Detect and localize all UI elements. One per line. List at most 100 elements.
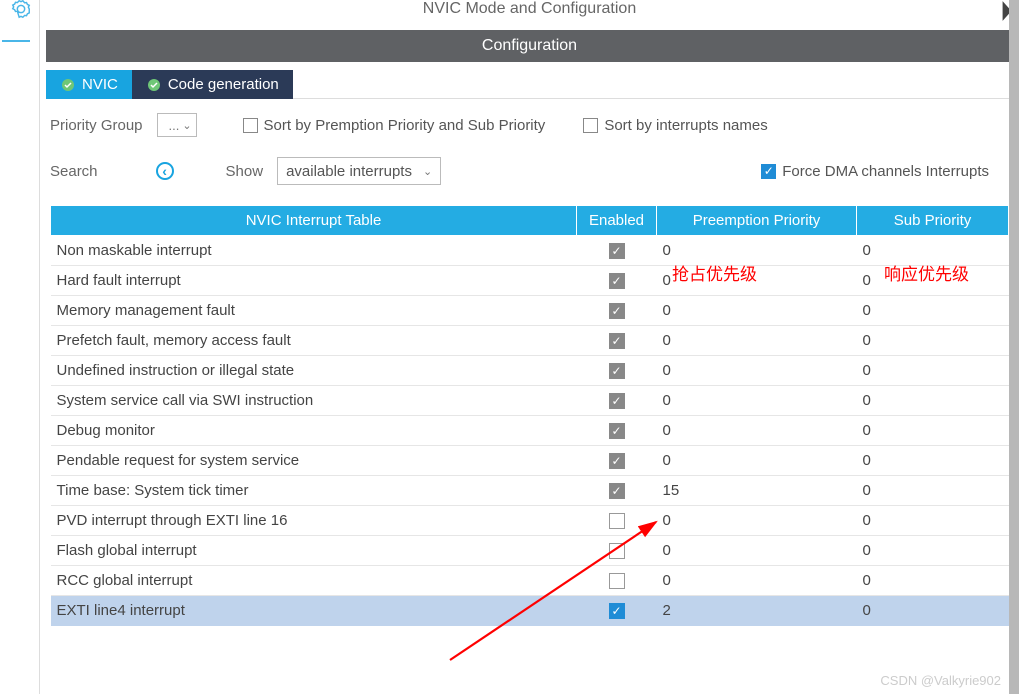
table-row[interactable]: Pendable request for system service00: [51, 446, 1009, 476]
sort-by-names-label: Sort by interrupts names: [604, 117, 767, 134]
nvic-interrupt-table: NVIC Interrupt Table Enabled Preemption …: [50, 205, 1009, 626]
configuration-banner: Configuration: [46, 30, 1013, 62]
table-row[interactable]: System service call via SWI instruction 0…: [51, 386, 1009, 416]
cell-enabled[interactable]: [577, 266, 657, 296]
table-row[interactable]: PVD interrupt through EXTI line 1600: [51, 506, 1009, 536]
table-row[interactable]: Flash global interrupt 00: [51, 536, 1009, 566]
force-dma-checkbox[interactable]: ✓ Force DMA channels Interrupts: [761, 163, 989, 180]
checkbox-box: ✓: [761, 164, 776, 179]
enabled-checkbox[interactable]: [609, 243, 625, 259]
cell-preemption[interactable]: 15: [657, 476, 857, 506]
cell-name: System service call via SWI instruction: [51, 386, 577, 416]
table-row[interactable]: Debug monitor00: [51, 416, 1009, 446]
cell-enabled[interactable]: [577, 536, 657, 566]
cell-sub[interactable]: 0: [857, 446, 1009, 476]
cell-enabled[interactable]: [577, 446, 657, 476]
show-label: Show: [226, 163, 264, 180]
checkbox-box: [583, 118, 598, 133]
cell-sub[interactable]: 0: [857, 416, 1009, 446]
table-row[interactable]: RCC global interrupt 00: [51, 566, 1009, 596]
table-row[interactable]: Non maskable interrupt00: [51, 236, 1009, 266]
cell-preemption[interactable]: 0: [657, 386, 857, 416]
cell-sub[interactable]: 0: [857, 506, 1009, 536]
sort-by-priority-label: Sort by Premption Priority and Sub Prior…: [264, 117, 546, 134]
cell-sub[interactable]: 0: [857, 326, 1009, 356]
chevron-down-icon: ⌄: [182, 119, 191, 132]
cell-enabled[interactable]: [577, 386, 657, 416]
cell-name: Undefined instruction or illegal state: [51, 356, 577, 386]
table-row[interactable]: EXTI line4 interrupt 20: [51, 596, 1009, 626]
cell-sub[interactable]: 0: [857, 536, 1009, 566]
page-title-bar: NVIC Mode and Configuration: [40, 0, 1019, 30]
table-row[interactable]: Memory management fault 00: [51, 296, 1009, 326]
cell-enabled[interactable]: [577, 236, 657, 266]
cell-preemption[interactable]: 0: [657, 506, 857, 536]
tab-code-generation[interactable]: Code generation: [132, 70, 293, 99]
cell-sub[interactable]: 0: [857, 566, 1009, 596]
cell-enabled[interactable]: [577, 566, 657, 596]
cell-name: EXTI line4 interrupt: [51, 596, 577, 626]
cell-sub[interactable]: 0: [857, 296, 1009, 326]
cell-name: RCC global interrupt: [51, 566, 577, 596]
cell-preemption[interactable]: 0: [657, 536, 857, 566]
enabled-checkbox[interactable]: [609, 513, 625, 529]
th-enabled[interactable]: Enabled: [577, 206, 657, 236]
table-row[interactable]: Time base: System tick timer 150: [51, 476, 1009, 506]
cell-preemption[interactable]: 0: [657, 566, 857, 596]
cell-name: Memory management fault: [51, 296, 577, 326]
show-select[interactable]: available interrupts ⌄: [277, 157, 441, 185]
cell-enabled[interactable]: [577, 326, 657, 356]
sidebar-active-indicator: [2, 40, 30, 42]
cell-sub[interactable]: 0: [857, 386, 1009, 416]
controls-row-2: Search Show available interrupts ⌄ ✓ For…: [40, 137, 1019, 205]
watermark: CSDN @Valkyrie902: [880, 673, 1001, 688]
cell-enabled[interactable]: [577, 476, 657, 506]
enabled-checkbox[interactable]: [609, 333, 625, 349]
enabled-checkbox[interactable]: [609, 483, 625, 499]
tab-strip: NVIC Code generation: [46, 70, 1013, 99]
enabled-checkbox[interactable]: [609, 573, 625, 589]
cell-name: Flash global interrupt: [51, 536, 577, 566]
gear-icon[interactable]: [10, 0, 32, 23]
th-preemption[interactable]: Preemption Priority: [657, 206, 857, 236]
priority-group-value: ...: [168, 118, 179, 133]
cell-preemption[interactable]: 0: [657, 446, 857, 476]
enabled-checkbox[interactable]: [609, 363, 625, 379]
cell-name: Time base: System tick timer: [51, 476, 577, 506]
enabled-checkbox[interactable]: [609, 543, 625, 559]
cell-name: Hard fault interrupt: [51, 266, 577, 296]
tab-nvic-label: NVIC: [82, 76, 118, 93]
cell-enabled[interactable]: [577, 596, 657, 626]
cell-enabled[interactable]: [577, 356, 657, 386]
cell-enabled[interactable]: [577, 416, 657, 446]
cell-preemption[interactable]: 0: [657, 356, 857, 386]
cell-preemption[interactable]: 0: [657, 416, 857, 446]
table-row[interactable]: Undefined instruction or illegal state 00: [51, 356, 1009, 386]
enabled-checkbox[interactable]: [609, 273, 625, 289]
cell-preemption[interactable]: 0: [657, 326, 857, 356]
right-scrollbar-edge[interactable]: [1009, 0, 1019, 694]
th-name[interactable]: NVIC Interrupt Table: [51, 206, 577, 236]
cell-sub[interactable]: 0: [857, 596, 1009, 626]
cell-enabled[interactable]: [577, 296, 657, 326]
table-row[interactable]: Prefetch fault, memory access fault00: [51, 326, 1009, 356]
table-row[interactable]: Hard fault interrupt00: [51, 266, 1009, 296]
enabled-checkbox[interactable]: [609, 423, 625, 439]
priority-group-select[interactable]: ... ⌄: [157, 113, 197, 137]
cell-preemption[interactable]: 2: [657, 596, 857, 626]
cell-enabled[interactable]: [577, 506, 657, 536]
sort-by-names-checkbox[interactable]: Sort by interrupts names: [583, 117, 767, 134]
search-label: Search: [50, 163, 98, 180]
cell-sub[interactable]: 0: [857, 356, 1009, 386]
tab-nvic[interactable]: NVIC: [46, 70, 132, 99]
enabled-checkbox[interactable]: [609, 453, 625, 469]
annotation-sub-cn: 响应优先级: [884, 260, 969, 285]
enabled-checkbox[interactable]: [609, 393, 625, 409]
enabled-checkbox[interactable]: [609, 603, 625, 619]
th-sub[interactable]: Sub Priority: [857, 206, 1009, 236]
cell-sub[interactable]: 0: [857, 476, 1009, 506]
cell-preemption[interactable]: 0: [657, 296, 857, 326]
sort-by-priority-checkbox[interactable]: Sort by Premption Priority and Sub Prior…: [243, 117, 546, 134]
enabled-checkbox[interactable]: [609, 303, 625, 319]
search-back-icon[interactable]: [156, 162, 174, 180]
